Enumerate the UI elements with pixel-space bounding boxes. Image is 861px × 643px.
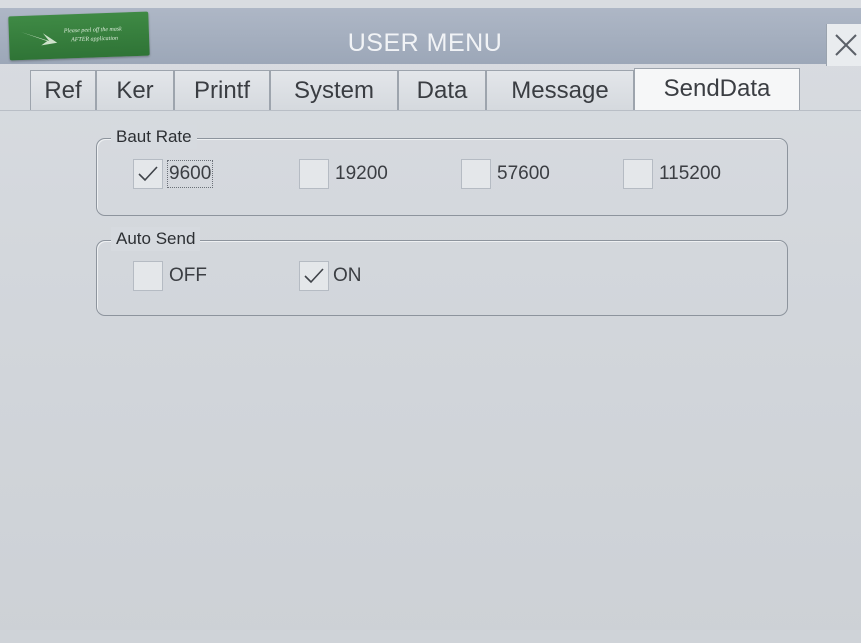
tab-bar: Ref Ker Printf System Data Message SendD… (0, 68, 861, 111)
baud-115200-label: 115200 (659, 163, 721, 184)
close-button[interactable] (826, 24, 861, 66)
peel-arrow-icon (20, 32, 58, 46)
bottom-edge (0, 630, 861, 643)
baud-9600-checkbox[interactable] (133, 159, 163, 189)
tab-ref[interactable]: Ref (30, 70, 96, 110)
auto-send-group: Auto Send OFF ON (96, 227, 788, 316)
baud-9600-label: 9600 (166, 160, 214, 188)
close-icon (835, 34, 857, 56)
tab-message[interactable]: Message (486, 70, 634, 110)
sticker-text-line2: AFTER application (71, 35, 119, 44)
baud-rate-title: Baut Rate (111, 125, 197, 149)
auto-send-off-label: OFF (169, 265, 207, 286)
baud-115200-checkbox[interactable] (623, 159, 653, 189)
baud-19200-checkbox[interactable] (299, 159, 329, 189)
protective-film-sticker: Please peel off the mask AFTER applicati… (8, 11, 150, 61)
window-title: USER MENU (347, 29, 503, 57)
tab-ker[interactable]: Ker (96, 70, 174, 110)
tab-system[interactable]: System (270, 70, 398, 110)
check-icon (304, 268, 324, 284)
baud-19200-label: 19200 (335, 163, 388, 184)
auto-send-off-checkbox[interactable] (133, 261, 163, 291)
auto-send-title: Auto Send (111, 227, 201, 251)
baud-57600-checkbox[interactable] (461, 159, 491, 189)
user-menu-screen: USER MENU Please peel off the mask AFTER… (0, 0, 861, 643)
tab-printf[interactable]: Printf (174, 70, 270, 110)
auto-send-on-checkbox[interactable] (299, 261, 329, 291)
tab-data[interactable]: Data (398, 70, 486, 110)
sticker-text-line1: Please peel off the mask (63, 26, 122, 35)
check-icon (138, 166, 158, 182)
tab-senddata[interactable]: SendData (634, 68, 800, 110)
baud-57600-label: 57600 (497, 163, 550, 184)
auto-send-on-label: ON (333, 265, 362, 286)
baud-rate-group: Baut Rate 9600 19200 57600 115200 (96, 125, 788, 216)
